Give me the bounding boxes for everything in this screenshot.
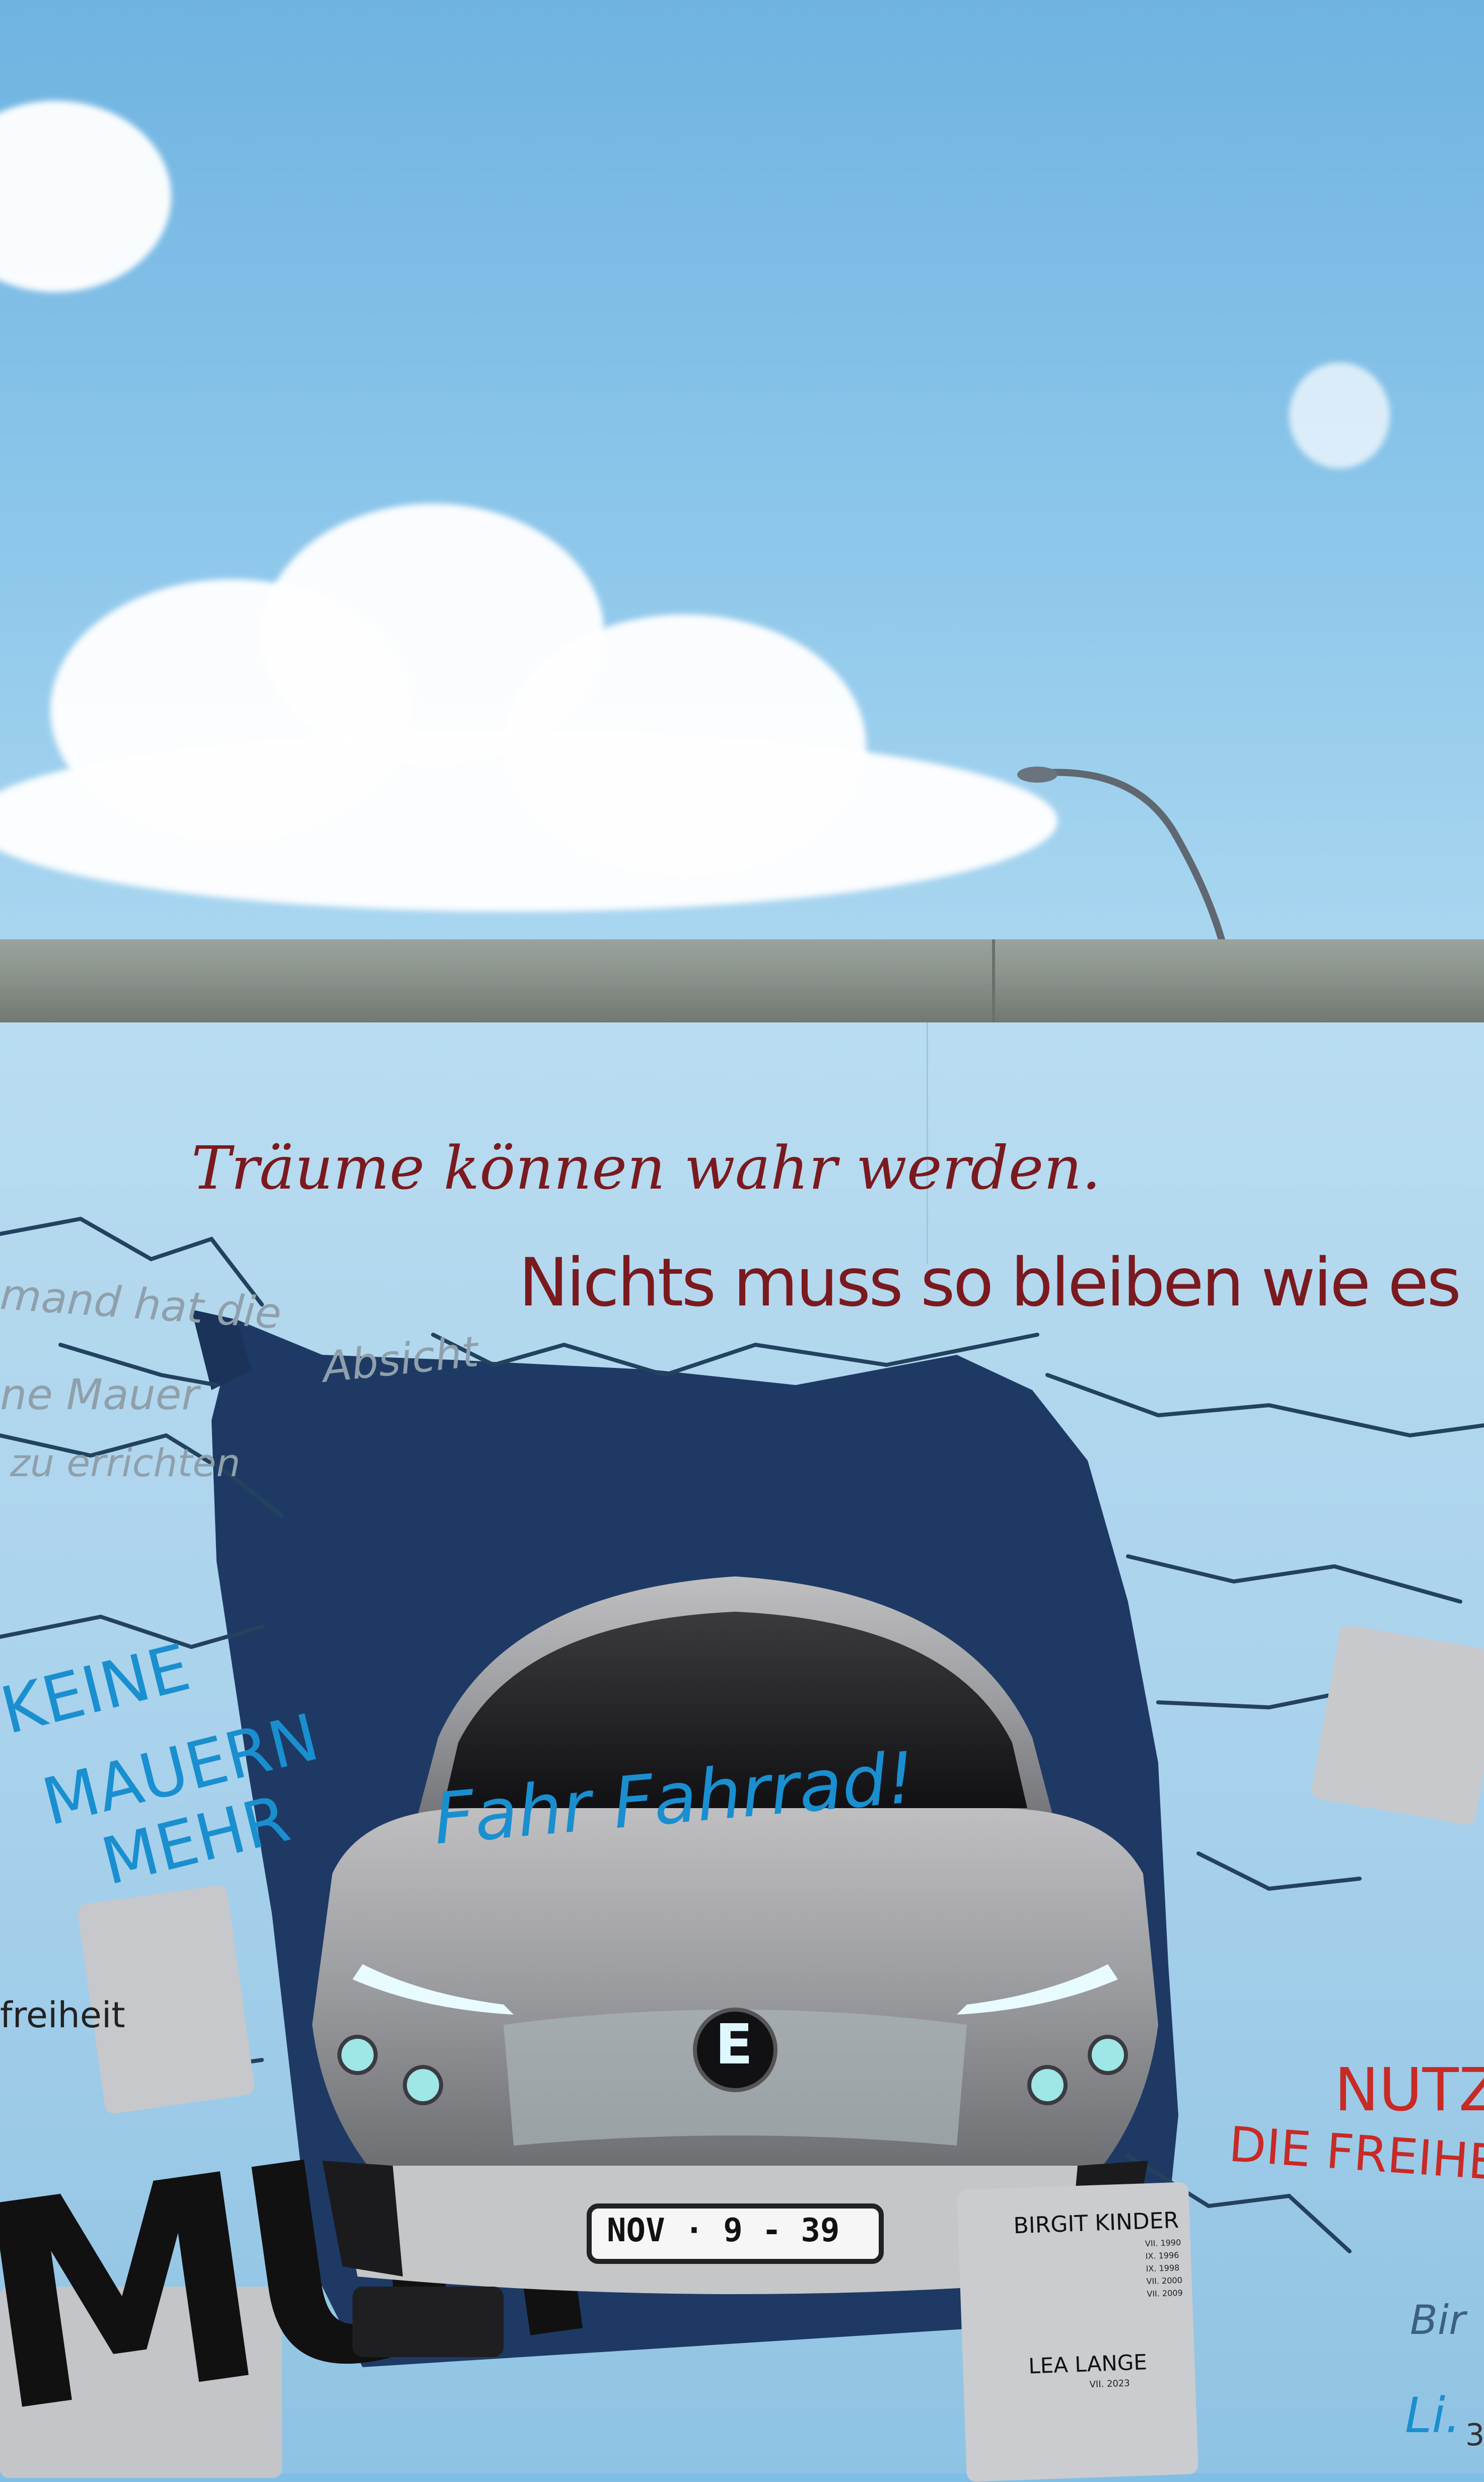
signature-b: Bir	[1410, 2297, 1465, 2343]
signature-l: Li.	[1405, 2387, 1461, 2444]
plaque-name-2: LEA LANGE	[1028, 2350, 1148, 2379]
sky	[0, 0, 1484, 942]
street-lamp	[1017, 767, 1227, 950]
plaque-date-4: VII. 2009	[1147, 2288, 1183, 2299]
cloud	[0, 101, 171, 292]
plaque-date-2023: VII. 2023	[1089, 2378, 1130, 2390]
plaque-name-1: BIRGIT KINDER	[1013, 2207, 1179, 2239]
nutz-text: NUTZ	[1334, 2055, 1484, 2124]
car-emblem: E	[715, 2012, 753, 2077]
signature-number: 3	[1465, 2418, 1484, 2453]
license-plate: NOV · 9 - 39	[607, 2212, 840, 2249]
wall-chunk	[1310, 1624, 1484, 1826]
cloud	[1289, 363, 1390, 468]
faded-text-4: zu errichten	[10, 1440, 241, 1485]
faded-text-3: ne Mauer	[0, 1370, 199, 1419]
wall-text-nothing: Nichts muss so bleiben wie es	[519, 1244, 1461, 1322]
wall-text-dreams: Träume können wahr werden.	[191, 1133, 1101, 1203]
signature-plaque: BIRGIT KINDER VII. 1990 IX. 1996 IX. 199…	[957, 2182, 1198, 2482]
plaque-date-3: VII. 2000	[1146, 2275, 1183, 2287]
plaque-date-0: VII. 1990	[1145, 2237, 1181, 2249]
cloud	[0, 730, 1057, 912]
freiheit-text: freiheit	[0, 1994, 125, 2036]
wall-cap	[0, 939, 1484, 1025]
plaque-date-2: IX. 1998	[1146, 2262, 1180, 2274]
plaque-date-1: IX. 1996	[1145, 2250, 1179, 2261]
